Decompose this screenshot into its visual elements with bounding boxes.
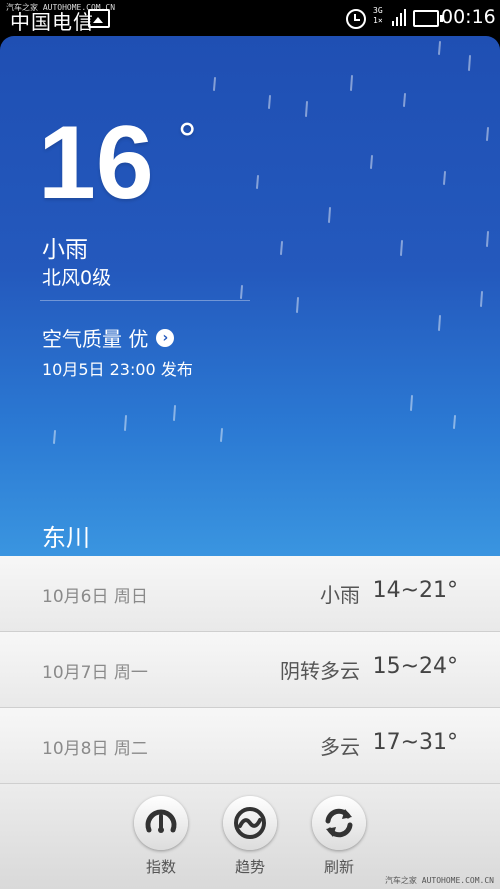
refresh-button[interactable]: 刷新: [299, 796, 379, 877]
publish-time: 10月5日 23:00 发布: [42, 360, 193, 379]
refresh-label: 刷新: [323, 858, 354, 876]
forecast-condition: 阴转多云: [280, 659, 360, 683]
forecast-condition: 多云: [320, 735, 360, 759]
index-button[interactable]: 指数: [121, 796, 201, 877]
status-bar: 汽车之家 AUTOHOME.COM.CN 中国电信 3G 1× 00:16: [0, 0, 500, 36]
forecast-temp: 14~21°: [372, 578, 458, 603]
divider: [40, 300, 250, 301]
chevron-right-icon[interactable]: ›: [156, 328, 175, 347]
signal-icon: [392, 8, 406, 26]
forecast-row[interactable]: 10月7日 周一 阴转多云 15~24°: [0, 632, 500, 708]
trend-button[interactable]: 趋势: [210, 796, 290, 877]
forecast-row[interactable]: 10月6日 周日 小雨 14~21°: [0, 556, 500, 632]
carrier-name: 中国电信: [10, 10, 94, 34]
trend-icon[interactable]: [223, 796, 277, 850]
network-type: 3G 1×: [373, 6, 383, 25]
watermark-bottom: 汽车之家 AUTOHOME.COM.CN: [384, 876, 494, 885]
weather-panel[interactable]: 16 ° 小雨 北风0级 空气质量 优 › 10月5日 23:00 发布 东川: [0, 36, 500, 556]
forecast-condition: 小雨: [320, 583, 360, 607]
air-quality-label: 空气质量 优: [42, 327, 149, 351]
city-name[interactable]: 东川: [42, 518, 90, 553]
forecast-date: 10月8日 周二: [42, 739, 148, 759]
clock: 00:16: [441, 6, 496, 28]
air-quality-link[interactable]: 空气质量 优 ›: [42, 323, 175, 352]
forecast-date: 10月6日 周日: [42, 587, 148, 607]
gauge-icon[interactable]: [134, 796, 188, 850]
degree-symbol: °: [178, 113, 197, 165]
forecast-temp: 17~31°: [372, 730, 458, 755]
bottom-toolbar: 指数 趋势 刷新 汽车之家 AUTOHOME.COM.CN: [0, 784, 500, 889]
refresh-icon[interactable]: [312, 796, 366, 850]
current-condition: 小雨: [42, 237, 88, 263]
trend-label: 趋势: [234, 858, 265, 876]
forecast-date: 10月7日 周一: [42, 663, 148, 683]
battery-icon: [413, 10, 443, 27]
forecast-temp: 15~24°: [372, 654, 458, 679]
alarm-icon: [346, 9, 366, 29]
forecast-row[interactable]: 10月8日 周二 多云 17~31°: [0, 708, 500, 784]
wind-info: 北风0级: [42, 267, 112, 289]
index-label: 指数: [145, 858, 176, 876]
current-temperature: 16 °: [38, 105, 197, 221]
image-notification-icon: [88, 9, 110, 28]
